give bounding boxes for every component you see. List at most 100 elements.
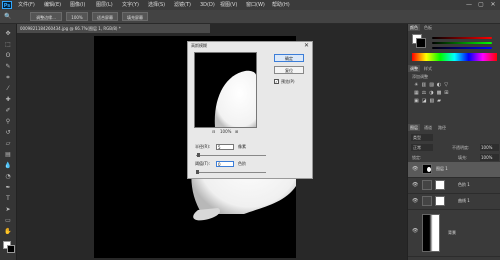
fit-screen-button[interactable]: 适合屏幕 — [92, 12, 118, 21]
layer-mask-thumbnail — [435, 180, 445, 190]
adjustment-icons-row1[interactable]: ☀▥▨◐▽ — [414, 82, 451, 88]
tab-swatches[interactable]: 色板 — [422, 24, 434, 31]
menu-filter[interactable]: 滤镜(T) — [174, 1, 191, 9]
fill-field[interactable]: 100% — [480, 154, 499, 161]
refine-edge-button[interactable]: 调整边缘... — [30, 12, 62, 21]
tab-styles[interactable]: 样式 — [422, 65, 434, 72]
hand-tool-icon[interactable]: ✋ — [4, 228, 12, 235]
tab-channels[interactable]: 通道 — [422, 124, 434, 131]
healing-tool-icon[interactable]: ✚ — [4, 96, 12, 103]
red-slider[interactable] — [432, 37, 492, 39]
gradient-tool-icon[interactable]: ▤ — [4, 151, 12, 158]
ok-button[interactable]: 确定 — [274, 54, 304, 62]
opacity-label: 不透明度: — [452, 145, 470, 150]
preview-image — [214, 70, 256, 127]
eye-icon[interactable]: 👁 — [412, 228, 418, 234]
layer-name: 色阶 1 — [458, 182, 470, 187]
layer-name: 曲线 1 — [458, 198, 470, 203]
maximize-icon[interactable]: ▢ — [476, 1, 486, 9]
menu-bar: Ps 文件(F) 编辑(E) 图像(I) 图层(L) 文字(Y) 选择(S) 滤… — [0, 0, 500, 10]
layer-row[interactable]: 👁 图层 1 — [408, 162, 500, 178]
history-brush-tool-icon[interactable]: ↺ — [4, 129, 12, 136]
close-icon[interactable]: ✕ — [488, 1, 498, 9]
eraser-tool-icon[interactable]: ▱ — [4, 140, 12, 147]
move-tool-icon[interactable]: ✥ — [4, 30, 12, 37]
menu-view[interactable]: 视图(V) — [220, 1, 237, 9]
dialog-title: 高斯模糊 — [191, 43, 207, 48]
shape-tool-icon[interactable]: ▭ — [4, 217, 12, 224]
green-slider[interactable] — [432, 42, 492, 44]
zoom-in-icon[interactable]: ⊞ — [235, 129, 238, 134]
menu-window[interactable]: 窗口(W) — [246, 1, 265, 9]
document-tab[interactable]: 0009821184260434.jpg @ 66.7%(图层 1, RGB/8… — [17, 24, 210, 33]
reset-button[interactable]: 复位 — [274, 66, 304, 74]
crop-tool-icon[interactable]: ⌗ — [4, 74, 12, 81]
blur-preview[interactable] — [194, 52, 257, 128]
layer-thumbnail — [422, 214, 440, 252]
minimize-icon[interactable]: — — [464, 1, 474, 9]
radius-slider-thumb[interactable] — [197, 153, 200, 157]
panel-background-swatch[interactable] — [416, 38, 426, 48]
levels-adjustment-icon — [422, 180, 432, 190]
type-tool-icon[interactable]: T — [4, 195, 12, 202]
layer-name: 背景 — [448, 230, 456, 235]
lasso-tool-icon[interactable]: ʘ — [4, 52, 12, 59]
layer-kind-filter[interactable]: 类型 — [411, 134, 433, 141]
brush-tool-icon[interactable]: ✐ — [4, 107, 12, 114]
marquee-tool-icon[interactable]: ⬚ — [4, 41, 12, 48]
gaussian-blur-dialog: 高斯模糊 ✕ ⊟ 100% ⊞ 确定 复位 ✓ 预览(P) 半径(R): 5 像… — [187, 41, 313, 179]
fill-screen-button[interactable]: 填充屏幕 — [122, 12, 148, 21]
menu-help[interactable]: 帮助(H) — [272, 1, 290, 9]
fill-label: 填充: — [458, 155, 468, 160]
tab-paths[interactable]: 路径 — [436, 124, 448, 131]
tools-panel: ✥ ⬚ ʘ ✎ ⌗ ⁄ ✚ ✐ ⚲ ↺ ▱ ▤ 💧 ◔ ✒ T ➤ ▭ ✋ — [0, 24, 17, 260]
close-icon[interactable]: ✕ — [304, 42, 309, 49]
right-panels: 颜色 色板 调整 样式 添加调整 ☀▥▨◐▽ ▦⚖◑▩⊞ ▣◪▧▰ 图层 通道 … — [407, 24, 500, 260]
layer-row[interactable]: 👁 曲线 1 — [408, 194, 500, 210]
pen-tool-icon[interactable]: ✒ — [4, 184, 12, 191]
eye-icon[interactable]: 👁 — [412, 198, 418, 204]
tab-color[interactable]: 颜色 — [408, 24, 420, 31]
threshold-slider-track[interactable] — [196, 172, 266, 173]
threshold-label: 阈值(T): — [195, 161, 210, 166]
blend-mode-select[interactable]: 正常 — [411, 144, 433, 151]
quick-select-tool-icon[interactable]: ✎ — [4, 63, 12, 70]
curves-adjustment-icon — [422, 196, 432, 206]
preview-zoom-level: 100% — [220, 129, 232, 134]
threshold-input[interactable]: 0 — [216, 161, 234, 167]
adjustment-icons-row3[interactable]: ▣◪▧▰ — [414, 98, 444, 104]
menu-edit[interactable]: 编辑(E) — [44, 1, 61, 9]
menu-layer[interactable]: 图层(L) — [96, 1, 113, 9]
radius-unit: 像素 — [238, 144, 246, 149]
actual-pixels-button[interactable]: 100% — [66, 12, 88, 21]
blur-tool-icon[interactable]: 💧 — [4, 162, 12, 169]
adjustment-icons-row2[interactable]: ▦⚖◑▩⊞ — [414, 90, 451, 96]
tab-adjustments[interactable]: 调整 — [408, 65, 420, 72]
color-spectrum-bar[interactable] — [412, 53, 497, 61]
eye-icon[interactable]: 👁 — [412, 166, 418, 172]
blue-slider[interactable] — [432, 47, 492, 49]
background-color-swatch[interactable] — [7, 245, 15, 253]
layer-row[interactable]: 👁 色阶 1 — [408, 178, 500, 194]
menu-image[interactable]: 图像(I) — [70, 1, 85, 9]
stamp-tool-icon[interactable]: ⚲ — [4, 118, 12, 125]
zoom-tool-icon[interactable]: 🔍 — [4, 13, 11, 20]
eyedropper-tool-icon[interactable]: ⁄ — [4, 85, 12, 92]
threshold-slider-thumb[interactable] — [196, 170, 199, 174]
menu-3d[interactable]: 3D(D) — [200, 1, 215, 9]
tab-layers[interactable]: 图层 — [408, 124, 420, 131]
layer-row[interactable]: 👁 背景 — [408, 210, 500, 257]
radius-input[interactable]: 5 — [216, 144, 234, 150]
menu-type[interactable]: 文字(Y) — [122, 1, 139, 9]
dodge-tool-icon[interactable]: ◔ — [4, 173, 12, 180]
photoshop-logo: Ps — [2, 1, 12, 9]
eye-icon[interactable]: 👁 — [412, 182, 418, 188]
radius-slider-track[interactable] — [196, 155, 266, 156]
menu-file[interactable]: 文件(F) — [18, 1, 35, 9]
path-select-tool-icon[interactable]: ➤ — [4, 206, 12, 213]
preview-checkbox[interactable]: ✓ — [274, 79, 279, 84]
zoom-out-icon[interactable]: ⊟ — [212, 129, 215, 134]
opacity-field[interactable]: 100% — [480, 144, 499, 151]
radius-label: 半径(R): — [195, 144, 211, 149]
menu-select[interactable]: 选择(S) — [148, 1, 165, 9]
